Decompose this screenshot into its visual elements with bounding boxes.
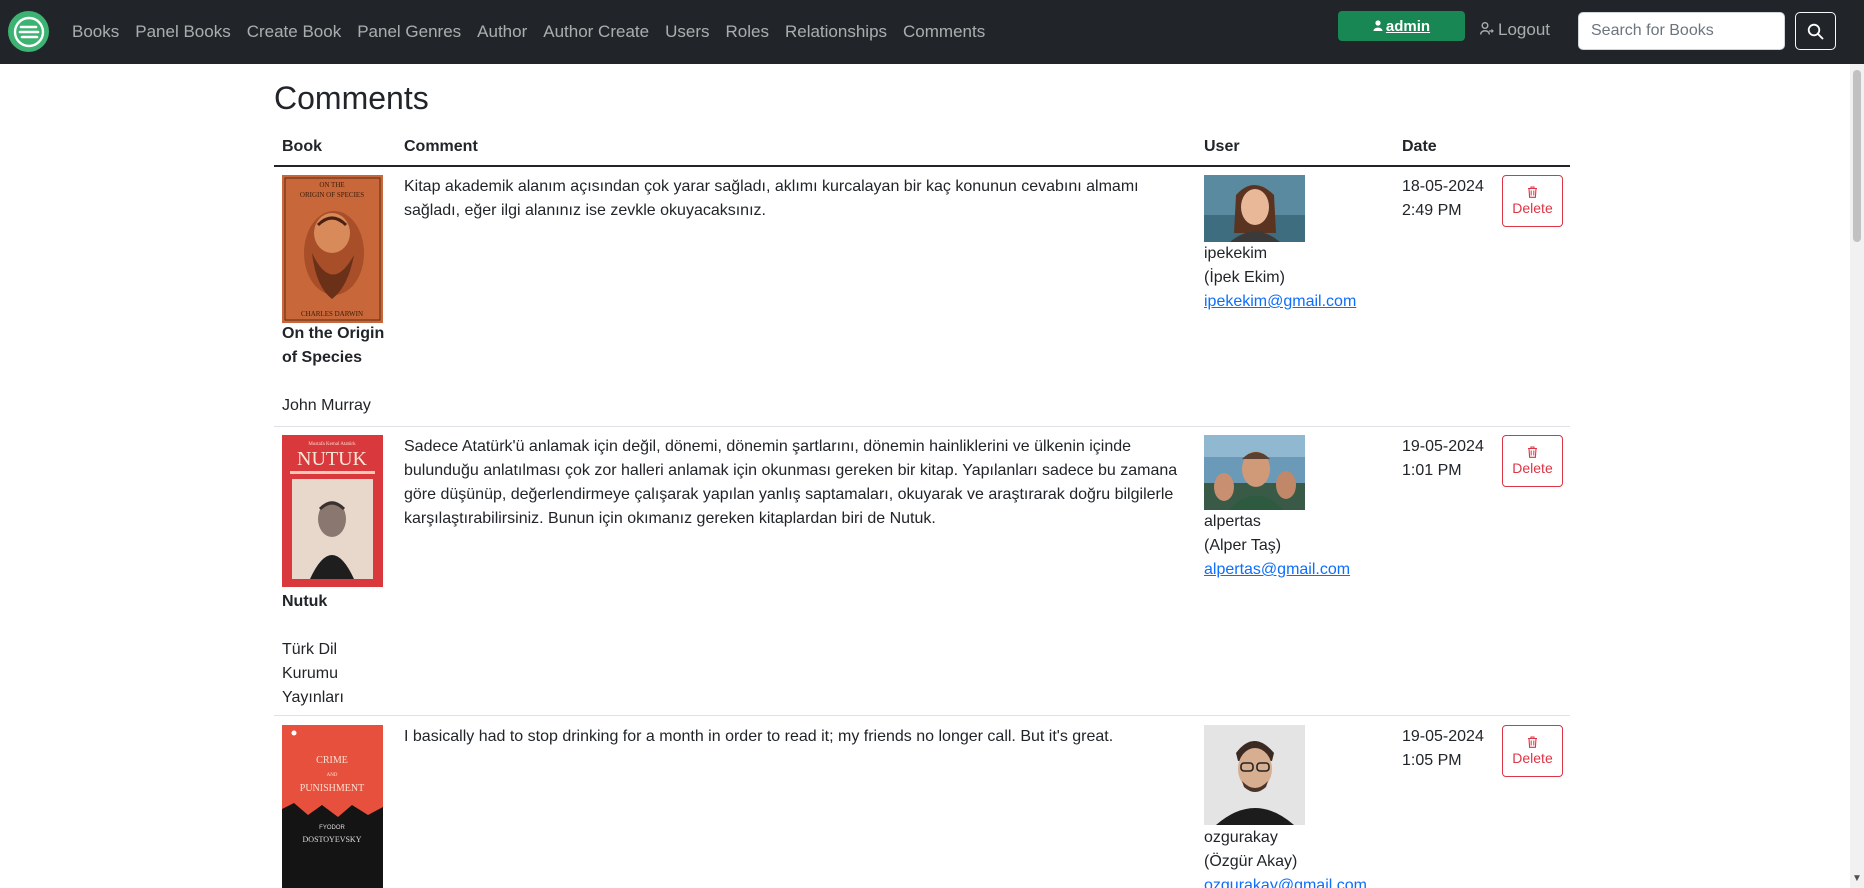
- header-comment: Comment: [404, 138, 478, 155]
- header-date: Date: [1402, 138, 1437, 155]
- svg-text:ON THE: ON THE: [319, 181, 344, 189]
- delete-button[interactable]: Delete: [1502, 175, 1563, 227]
- nav-link-users[interactable]: Users: [665, 22, 709, 42]
- book-title: Nutuk: [282, 593, 328, 610]
- search-input[interactable]: [1578, 12, 1785, 50]
- top-navbar: Books Panel Books Create Book Panel Genr…: [0, 0, 1864, 64]
- time-value: 1:05 PM: [1402, 752, 1462, 769]
- admin-label: admin: [1385, 17, 1431, 35]
- delete-button[interactable]: Delete: [1502, 435, 1563, 487]
- user-email-link[interactable]: ipekekim@gmail.com: [1204, 290, 1404, 314]
- book-cover-image: Mustafa Kemal Atatürk NUTUK: [282, 435, 383, 587]
- svg-text:AND: AND: [327, 773, 338, 778]
- svg-text:Mustafa Kemal Atatürk: Mustafa Kemal Atatürk: [308, 442, 356, 447]
- nav-link-panel-genres[interactable]: Panel Genres: [357, 22, 461, 42]
- app-logo[interactable]: [8, 11, 49, 52]
- book-publisher: Türk Dil Kurumu Yayınları: [282, 641, 344, 706]
- book-cover-image: ON THE ORIGIN OF SPECIES CHARLES DARWIN: [282, 175, 383, 323]
- nav-link-author-create[interactable]: Author Create: [543, 22, 649, 42]
- time-value: 1:01 PM: [1402, 462, 1462, 479]
- delete-label: Delete: [1512, 200, 1553, 216]
- row-divider: [274, 715, 1570, 716]
- page-title: Comments: [274, 80, 429, 116]
- nav-link-create-book[interactable]: Create Book: [247, 22, 342, 42]
- comment-date: 19-05-2024 1:05 PM: [1402, 725, 1502, 773]
- user-fullname: (İpek Ekim): [1204, 269, 1285, 286]
- nav-links: Books Panel Books Create Book Panel Genr…: [72, 0, 1001, 64]
- svg-text:CRIME: CRIME: [316, 755, 348, 766]
- svg-text:FYODOR: FYODOR: [319, 825, 345, 831]
- nav-link-author[interactable]: Author: [477, 22, 527, 42]
- comment-text: Kitap akademik alanım açısından çok yara…: [404, 178, 1139, 219]
- delete-label: Delete: [1512, 460, 1553, 476]
- trash-icon: [1528, 186, 1537, 198]
- date-value: 18-05-2024: [1402, 178, 1484, 195]
- trash-icon: [1528, 446, 1537, 458]
- delete-label: Delete: [1512, 750, 1553, 766]
- user-info: ozgurakay (Özgür Akay) ozgurakay@gmail.c…: [1204, 826, 1404, 888]
- comment-text: I basically had to stop drinking for a m…: [404, 728, 1114, 745]
- logout-link[interactable]: Logout: [1480, 20, 1550, 40]
- trash-icon: [1528, 736, 1537, 748]
- nav-link-comments[interactable]: Comments: [903, 22, 985, 42]
- user-avatar: [1204, 725, 1305, 825]
- header-divider: [274, 165, 1570, 167]
- nav-link-roles[interactable]: Roles: [726, 22, 769, 42]
- user-info: alpertas (Alper Taş) alpertas@gmail.com: [1204, 510, 1404, 582]
- header-user: User: [1204, 138, 1240, 155]
- search-icon: [1807, 23, 1824, 39]
- user-fullname: (Alper Taş): [1204, 537, 1282, 554]
- nav-link-relationships[interactable]: Relationships: [785, 22, 887, 42]
- user-avatar: [1204, 435, 1305, 510]
- header-book: Book: [282, 138, 322, 155]
- row-divider: [274, 426, 1570, 427]
- svg-text:CHARLES DARWIN: CHARLES DARWIN: [301, 310, 363, 318]
- username: alpertas: [1204, 513, 1261, 530]
- user-email-link[interactable]: ozgurakay@gmail.com: [1204, 874, 1404, 888]
- nav-link-books[interactable]: Books: [72, 22, 119, 42]
- comment-text: Sadece Atatürk'ü anlamak için değil, dön…: [404, 438, 1178, 527]
- book-publisher: John Murray: [282, 397, 371, 414]
- username: ozgurakay: [1204, 829, 1278, 846]
- logo-icon: [13, 16, 44, 47]
- scroll-down-arrow-icon[interactable]: ▼: [1852, 873, 1862, 884]
- comment-date: 19-05-2024 1:01 PM: [1402, 435, 1502, 483]
- user-fullname: (Özgür Akay): [1204, 853, 1298, 870]
- svg-text:NUTUK: NUTUK: [297, 448, 368, 470]
- user-info: ipekekim (İpek Ekim) ipekekim@gmail.com: [1204, 242, 1404, 314]
- scrollbar-thumb[interactable]: [1853, 70, 1861, 242]
- user-icon: [1373, 18, 1383, 35]
- svg-text:ORIGIN OF SPECIES: ORIGIN OF SPECIES: [300, 191, 364, 199]
- nav-link-panel-books[interactable]: Panel Books: [135, 22, 230, 42]
- date-value: 19-05-2024: [1402, 728, 1484, 745]
- user-email-link[interactable]: alpertas@gmail.com: [1204, 558, 1404, 582]
- comment-date: 18-05-2024 2:49 PM: [1402, 175, 1502, 223]
- search-button[interactable]: [1795, 12, 1836, 50]
- username: ipekekim: [1204, 245, 1268, 262]
- date-value: 19-05-2024: [1402, 438, 1484, 455]
- time-value: 2:49 PM: [1402, 202, 1462, 219]
- admin-button[interactable]: admin: [1338, 11, 1465, 41]
- svg-text:PUNISHMENT: PUNISHMENT: [300, 783, 364, 794]
- book-title: On the Origin of Species: [282, 325, 385, 366]
- logout-label: Logout: [1498, 20, 1550, 39]
- book-cover-image: CRIME AND PUNISHMENT FYODOR DOSTOYEVSKY: [282, 725, 383, 888]
- svg-text:DOSTOYEVSKY: DOSTOYEVSKY: [303, 835, 362, 844]
- page-scrollbar[interactable]: ▼: [1850, 64, 1864, 888]
- user-logout-icon: [1480, 20, 1494, 40]
- delete-button[interactable]: Delete: [1502, 725, 1563, 777]
- user-avatar: [1204, 175, 1305, 242]
